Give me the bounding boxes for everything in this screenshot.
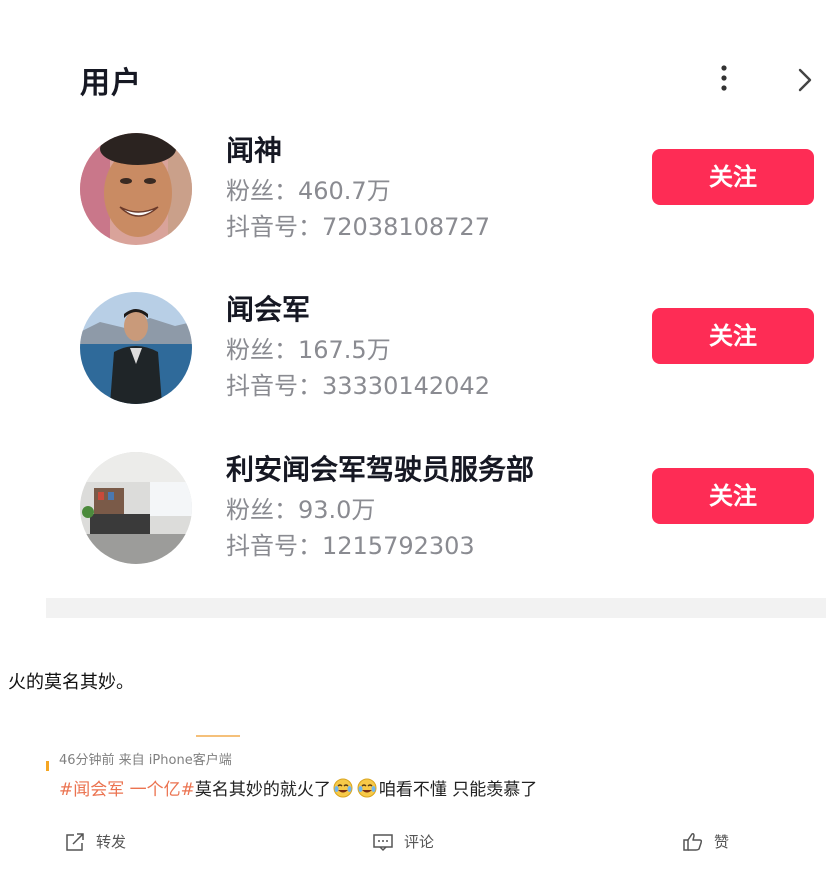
- user-name: 利安闻会军驾驶员服务部: [226, 453, 535, 486]
- user-fans-count: 粉丝：460.7万: [226, 177, 391, 205]
- user-fans-count: 粉丝：93.0万: [226, 496, 376, 524]
- post-hashtag[interactable]: #闻会军 一个亿#: [59, 775, 195, 800]
- like-label: 赞: [714, 833, 730, 851]
- comment-icon: [373, 833, 393, 851]
- follow-button[interactable]: 关注: [652, 149, 814, 205]
- comment-label: 评论: [404, 833, 435, 851]
- article-caption: 火的莫名其妙。: [8, 672, 134, 693]
- crying-laughing-emoji-icon: [357, 778, 377, 798]
- follow-button[interactable]: 关注: [652, 468, 814, 524]
- post-text-before-emoji: 莫名其妙的就火了: [194, 780, 331, 800]
- user-search-panel: 用户 闻神 粉丝：460.7万 抖音号：72038108727 关注 闻会军 粉…: [46, 0, 826, 600]
- more-vertical-icon[interactable]: [714, 64, 734, 94]
- user-douyin-id: 抖音号：72038108727: [226, 213, 490, 241]
- repost-label: 转发: [96, 833, 127, 851]
- avatar[interactable]: [80, 292, 192, 404]
- user-name: 闻神: [226, 134, 283, 167]
- crying-laughing-emoji-icon: [333, 778, 353, 798]
- follow-button[interactable]: 关注: [652, 308, 814, 364]
- user-row[interactable]: 闻神 粉丝：460.7万 抖音号：72038108727 关注: [46, 133, 826, 263]
- card-top-accent: [196, 735, 240, 737]
- user-name: 闻会军: [226, 293, 311, 326]
- post-text: #闻会军 一个亿# 莫名其妙的就火了 咱看不懂 只能羡慕了: [59, 775, 537, 800]
- avatar[interactable]: [80, 452, 192, 564]
- repost-button[interactable]: 转发: [64, 831, 126, 852]
- like-icon: [683, 832, 703, 851]
- chevron-right-icon[interactable]: [794, 66, 816, 94]
- post-text-after-emoji: 咱看不懂 只能羡慕了: [378, 780, 538, 800]
- user-douyin-id: 抖音号：1215792303: [226, 532, 475, 560]
- like-button[interactable]: 赞: [682, 831, 729, 852]
- comment-button[interactable]: 评论: [372, 831, 434, 852]
- panel-divider: [46, 598, 826, 618]
- post-meta: 46分钟前 来自 iPhone客户端: [59, 753, 232, 768]
- card-side-accent: [46, 761, 49, 771]
- user-douyin-id: 抖音号：33330142042: [226, 372, 490, 400]
- section-title: 用户: [80, 66, 142, 101]
- user-fans-count: 粉丝：167.5万: [226, 336, 391, 364]
- user-row[interactable]: 利安闻会军驾驶员服务部 粉丝：93.0万 抖音号：1215792303 关注: [46, 452, 826, 582]
- user-row[interactable]: 闻会军 粉丝：167.5万 抖音号：33330142042 关注: [46, 292, 826, 422]
- avatar[interactable]: [80, 133, 192, 245]
- weibo-post-card: 46分钟前 来自 iPhone客户端 #闻会军 一个亿# 莫名其妙的就火了 咱看…: [46, 735, 786, 871]
- repost-icon: [66, 832, 84, 851]
